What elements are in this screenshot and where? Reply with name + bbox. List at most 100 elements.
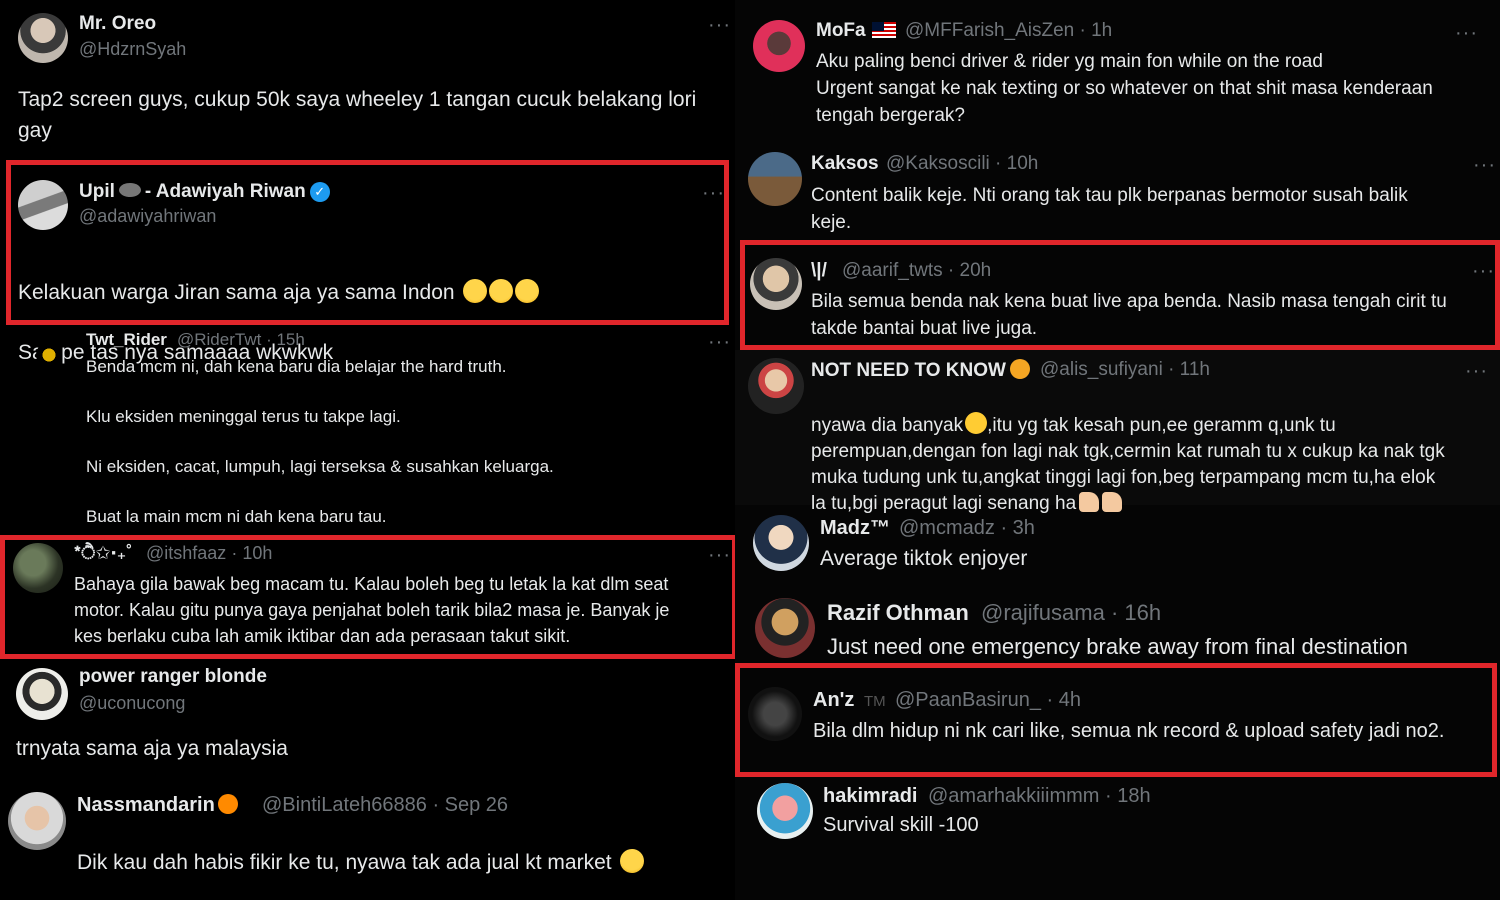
avatar[interactable] bbox=[18, 13, 68, 63]
tweet-text-line4: Buat la main mcm ni dah kena baru tau. bbox=[86, 507, 387, 526]
tweet-upil[interactable]: Upil - Adawiyah Riwan ✓ @adawiyahriwan ···… bbox=[0, 160, 735, 364]
display-name[interactable]: Madz™ bbox=[820, 517, 890, 540]
timestamp: · 20h bbox=[947, 260, 992, 281]
timestamp: · 10h bbox=[995, 153, 1039, 174]
crying-laughing-emoji-icon bbox=[514, 279, 539, 303]
timestamp: · 18h bbox=[1105, 785, 1151, 807]
avatar[interactable] bbox=[8, 792, 66, 850]
tweet-itshfaaz[interactable]: *ੈ✩‧₊˚ @itshfaaz · 10h ··· Bahaya gila b… bbox=[0, 535, 735, 657]
user-handle[interactable]: @alis_sufiyani · 11h bbox=[1040, 359, 1210, 381]
tweet-mofa[interactable]: MoFa @MFFarish_AisZen · 1h ··· Aku palin… bbox=[735, 0, 1500, 140]
display-name[interactable]: Mr. Oreo bbox=[79, 13, 156, 35]
tweet-kaksos[interactable]: Kaksos @Kaksoscili · 10h ··· Content bal… bbox=[735, 140, 1500, 240]
tweet-text: trnyata sama aja ya malaysia bbox=[16, 737, 288, 760]
more-options-icon[interactable]: ··· bbox=[1455, 23, 1478, 43]
user-handle[interactable]: @uconucong bbox=[79, 693, 185, 714]
user-handle[interactable]: @rajifusama · 16h bbox=[981, 600, 1161, 626]
user-handle[interactable]: @HdzrnSyah bbox=[79, 39, 186, 60]
user-handle[interactable]: @BintiLateh66886 · Sep 26 bbox=[262, 794, 508, 817]
tweet-anz[interactable]: An'z TM @PaanBasirun_ · 4h Bila dlm hidu… bbox=[735, 667, 1500, 773]
tweet-alis-sufiyani[interactable]: NOT NEED TO KNOW @alis_sufiyani · 11h ··… bbox=[735, 350, 1500, 514]
tweet-text-start: nyawa dia banyak bbox=[811, 415, 964, 436]
tweet-text: Just need one emergency brake away from … bbox=[827, 634, 1408, 659]
display-name[interactable]: power ranger blonde bbox=[79, 666, 267, 688]
avatar[interactable] bbox=[16, 668, 68, 720]
display-name-text: An'z bbox=[813, 689, 855, 711]
avatar[interactable] bbox=[748, 152, 802, 206]
display-name[interactable]: *ੈ✩‧₊˚ bbox=[74, 543, 132, 564]
crying-laughing-emoji-icon bbox=[488, 279, 513, 303]
tweet-text: Content balik keje. Nti orang tak tau pl… bbox=[811, 185, 1408, 233]
tweet-aarif[interactable]: \|/ @aarif_twts · 20h ··· Bila semua ben… bbox=[735, 242, 1500, 348]
display-name[interactable]: Twt_Rider bbox=[86, 330, 167, 350]
display-name-text: MoFa bbox=[816, 20, 866, 41]
display-name[interactable]: \|/ bbox=[811, 260, 827, 282]
avatar[interactable] bbox=[748, 358, 804, 414]
display-name[interactable]: An'z TM bbox=[813, 689, 886, 712]
tweet-hakimradi[interactable]: hakimradi @amarhakkiiimmm · 18h Survival… bbox=[735, 777, 1500, 900]
display-name[interactable]: Razif Othman bbox=[827, 600, 969, 626]
tweet-text-line3: Ni eksiden, cacat, lumpuh, lagi terseksa… bbox=[86, 457, 554, 476]
avatar[interactable] bbox=[757, 783, 813, 839]
avatar[interactable] bbox=[750, 258, 802, 310]
display-name-text: NOT NEED TO KNOW bbox=[811, 360, 1006, 381]
handle-text: @rajifusama bbox=[981, 600, 1105, 625]
tweet-power-ranger-blonde[interactable]: power ranger blonde @uconucong trnyata s… bbox=[0, 660, 735, 780]
more-options-icon[interactable]: ··· bbox=[1465, 361, 1488, 381]
avatar[interactable] bbox=[753, 515, 809, 571]
verified-badge-icon: ✓ bbox=[309, 181, 330, 202]
user-handle[interactable]: @PaanBasirun_ · 4h bbox=[895, 689, 1081, 712]
right-feed: MoFa @MFFarish_AisZen · 1h ··· Aku palin… bbox=[735, 0, 1500, 900]
display-name[interactable]: Upil - Adawiyah Riwan ✓ bbox=[79, 181, 330, 203]
display-name[interactable]: NOT NEED TO KNOW bbox=[811, 359, 1030, 382]
display-name[interactable]: Kaksos bbox=[811, 153, 879, 175]
user-handle[interactable]: @Kaksoscili · 10h bbox=[886, 153, 1038, 175]
more-options-icon[interactable]: ··· bbox=[1472, 261, 1495, 281]
tweet-mr-oreo[interactable]: Mr. Oreo @HdzrnSyah ··· Tap2 screen guys… bbox=[0, 0, 735, 150]
avatar[interactable] bbox=[18, 180, 68, 230]
avatar[interactable] bbox=[13, 543, 63, 593]
tweet-madz[interactable]: Madz™ @mcmadz · 3h Average tiktok enjoye… bbox=[735, 505, 1500, 590]
tweet-text: Average tiktok enjoyer bbox=[820, 547, 1028, 570]
user-handle[interactable]: @RiderTwt · 15h bbox=[177, 330, 305, 350]
timestamp: · Sep 26 bbox=[432, 794, 509, 816]
display-name[interactable]: MoFa bbox=[816, 20, 896, 42]
avatar[interactable] bbox=[753, 20, 805, 72]
tweet-text: Bila dlm hidup ni nk cari like, semua nk… bbox=[813, 720, 1445, 742]
display-name[interactable]: Nassmandarin bbox=[77, 794, 238, 817]
timestamp: · 4h bbox=[1046, 689, 1081, 711]
handle-text: @MFFarish_AisZen bbox=[905, 20, 1075, 41]
avatar[interactable] bbox=[748, 687, 802, 741]
display-name-text: Upil bbox=[79, 181, 115, 202]
user-handle[interactable]: @amarhakkiiimmm · 18h bbox=[928, 785, 1151, 808]
handle-text: @aarif_twts bbox=[842, 260, 943, 281]
avatar[interactable] bbox=[36, 342, 62, 368]
user-handle[interactable]: @adawiyahriwan bbox=[79, 206, 216, 227]
tweet-razif-othman[interactable]: Razif Othman @rajifusama · 16h Just need… bbox=[735, 590, 1500, 665]
handle-text: @alis_sufiyani bbox=[1040, 359, 1163, 380]
timestamp: · 11h bbox=[1168, 359, 1210, 380]
user-handle[interactable]: @mcmadz · 3h bbox=[899, 517, 1035, 540]
more-options-icon[interactable]: ··· bbox=[708, 545, 731, 565]
sad-face-emoji-icon bbox=[619, 849, 644, 873]
timestamp: · 1h bbox=[1079, 20, 1113, 41]
more-options-icon[interactable]: ··· bbox=[1473, 155, 1496, 175]
crying-laughing-emoji-icon bbox=[462, 279, 487, 303]
more-options-icon[interactable]: ··· bbox=[702, 183, 725, 203]
sunflower-emoji-icon bbox=[1009, 359, 1030, 379]
display-name-suffix: - Adawiyah Riwan bbox=[144, 181, 306, 202]
smiling-face-emoji-icon bbox=[965, 412, 988, 434]
user-handle[interactable]: @itshfaaz · 10h bbox=[146, 543, 272, 564]
tweet-twt-rider[interactable]: Twt_Rider @RiderTwt · 15h ··· Benda mcm … bbox=[0, 325, 735, 535]
user-handle[interactable]: @MFFarish_AisZen · 1h bbox=[905, 20, 1112, 42]
tweet-text: Tap2 screen guys, cukup 50k saya wheeley… bbox=[18, 88, 697, 142]
user-handle[interactable]: @aarif_twts · 20h bbox=[842, 260, 991, 282]
display-name[interactable]: hakimradi bbox=[823, 785, 917, 808]
avatar[interactable] bbox=[755, 598, 815, 658]
tweet-text: Bahaya gila bawak beg macam tu. Kalau bo… bbox=[74, 574, 670, 646]
more-options-icon[interactable]: ··· bbox=[708, 332, 731, 352]
tweet-text: Aku paling benci driver & rider yg main … bbox=[816, 51, 1433, 126]
tweet-nassmandarin[interactable]: Nassmandarin @BintiLateh66886 · Sep 26 D… bbox=[0, 785, 735, 900]
timestamp: · 16h bbox=[1110, 600, 1162, 625]
more-options-icon[interactable]: ··· bbox=[708, 15, 731, 35]
